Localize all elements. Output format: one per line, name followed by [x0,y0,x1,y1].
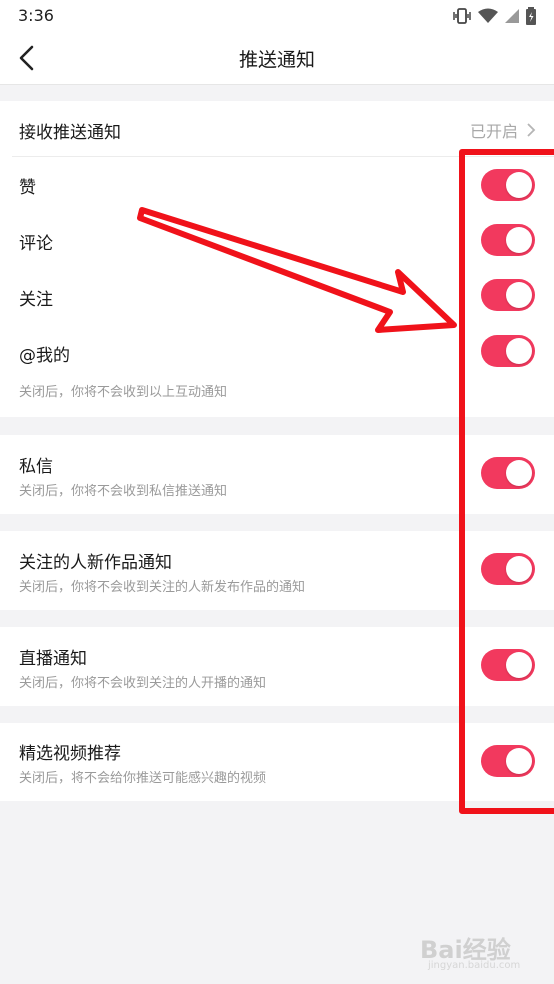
watermark-url: jingyan.baidu.com [428,960,521,971]
toggle-knob [506,282,532,308]
new-works-toggle[interactable] [481,553,535,585]
mention-label: @我的 [19,346,70,366]
new-works-section: 关注的人新作品通知 关闭后，你将不会收到关注的人新发布作品的通知 [0,531,554,610]
like-toggle[interactable] [481,169,535,201]
live-label: 直播通知 [19,649,87,669]
toggle-knob [506,748,532,774]
nav-bar: 推送通知 [0,32,554,85]
toggle-knob [506,338,532,364]
status-time: 3:36 [18,6,54,25]
comment-toggle[interactable] [481,224,535,256]
featured-label: 精选视频推荐 [19,744,121,764]
toggle-row-featured: 精选视频推荐 关闭后，将不会给你推送可能感兴趣的视频 [0,723,554,801]
interaction-section: 接收推送通知 已开启 赞 评论 关注 @我的 关闭后，你将不会收到以上互动通知 [0,101,554,417]
comment-label: 评论 [19,234,53,254]
toggle-knob [506,556,532,582]
toggle-row-follow: 关注 [0,269,554,325]
like-label: 赞 [19,178,36,198]
dm-section: 私信 关闭后，你将不会收到私信推送通知 [0,435,554,514]
toggle-row-comment: 评论 [0,213,554,269]
toggle-row-new-works: 关注的人新作品通知 关闭后，你将不会收到关注的人新发布作品的通知 [0,531,554,610]
dm-label: 私信 [19,457,53,477]
interaction-hint: 关闭后，你将不会收到以上互动通知 [19,385,228,400]
toggle-knob [506,227,532,253]
toggle-knob [506,460,532,486]
featured-toggle[interactable] [481,745,535,777]
receive-push-status: 已开启 [470,118,536,142]
battery-icon [526,7,536,25]
status-icons [452,6,536,26]
receive-push-label: 接收推送通知 [19,123,121,143]
featured-sub: 关闭后，将不会给你推送可能感兴趣的视频 [19,771,267,786]
toggle-row-dm: 私信 关闭后，你将不会收到私信推送通知 [0,435,554,514]
vibrate-icon [453,8,471,24]
mention-toggle[interactable] [481,335,535,367]
live-sub: 关闭后，你将不会收到关注的人开播的通知 [19,676,267,691]
toggle-knob [506,172,532,198]
live-section: 直播通知 关闭后，你将不会收到关注的人开播的通知 [0,627,554,706]
featured-section: 精选视频推荐 关闭后，将不会给你推送可能感兴趣的视频 [0,723,554,801]
toggle-row-mention: @我的 关闭后，你将不会收到以上互动通知 [0,325,554,417]
status-bar: 3:36 [0,0,554,32]
live-toggle[interactable] [481,649,535,681]
new-works-label: 关注的人新作品通知 [19,553,172,573]
toggle-row-live: 直播通知 关闭后，你将不会收到关注的人开播的通知 [0,627,554,706]
follow-label: 关注 [19,290,53,310]
dm-toggle[interactable] [481,457,535,489]
wifi-icon [478,8,498,23]
follow-toggle[interactable] [481,279,535,311]
chevron-right-icon [527,123,536,137]
toggle-knob [506,652,532,678]
page-title: 推送通知 [238,49,315,71]
receive-push-row[interactable]: 接收推送通知 已开启 [0,101,554,157]
toggle-row-like: 赞 [0,157,554,213]
receive-push-status-text: 已开启 [469,122,518,141]
new-works-sub: 关闭后，你将不会收到关注的人新发布作品的通知 [19,580,306,595]
signal-icon [505,9,519,23]
dm-sub: 关闭后，你将不会收到私信推送通知 [19,484,228,499]
